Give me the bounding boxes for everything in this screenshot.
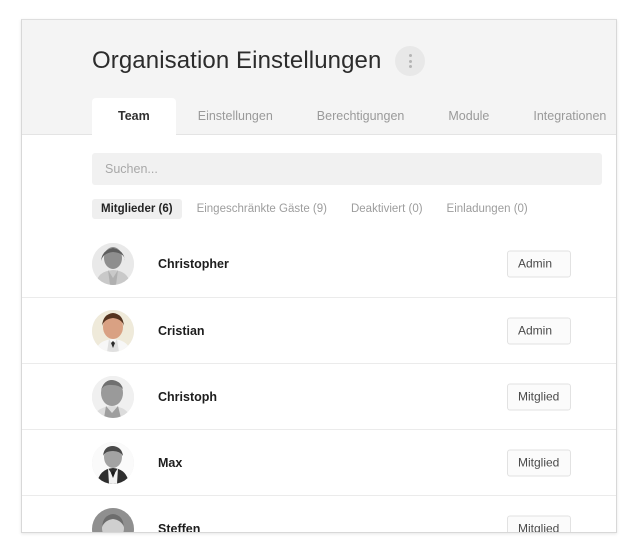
filter-mitglieder[interactable]: Mitglieder (6): [92, 199, 182, 219]
member-name: Christopher: [158, 257, 229, 271]
title-row: Organisation Einstellungen: [22, 20, 616, 76]
table-row[interactable]: Steffen Mitglied: [22, 495, 616, 533]
role-button[interactable]: Admin: [507, 250, 571, 278]
avatar: [92, 243, 134, 285]
member-name: Steffen: [158, 521, 201, 533]
filter-eingeschraenkte-gaeste[interactable]: Eingeschränkte Gäste (9): [188, 199, 336, 219]
role-button[interactable]: Mitglied: [507, 383, 571, 410]
search-input[interactable]: [92, 153, 602, 185]
filter-tabs: Mitglieder (6) Eingeschränkte Gäste (9) …: [22, 185, 616, 219]
filter-einladungen[interactable]: Einladungen (0): [438, 199, 537, 219]
filter-deaktiviert[interactable]: Deaktiviert (0): [342, 199, 432, 219]
app-root: Organisation Einstellungen Team Einstell…: [0, 0, 636, 550]
tab-team[interactable]: Team: [92, 98, 176, 135]
tab-bar: Team Einstellungen Berechtigungen Module…: [92, 98, 616, 135]
member-name: Max: [158, 455, 183, 470]
avatar: [92, 375, 134, 418]
avatar: [92, 507, 134, 532]
tab-einstellungen[interactable]: Einstellungen: [176, 98, 295, 134]
table-row[interactable]: Max Mitglied: [22, 429, 616, 495]
role-button[interactable]: Admin: [507, 317, 571, 344]
panel-header: Organisation Einstellungen Team Einstell…: [22, 20, 616, 135]
member-name: Cristian: [158, 323, 205, 338]
role-button[interactable]: Mitglied: [507, 515, 571, 532]
avatar-portrait-icon: [92, 309, 134, 352]
avatar-portrait-icon: [92, 507, 134, 532]
more-options-icon[interactable]: [395, 46, 426, 76]
kebab-dot-3: [408, 65, 412, 68]
panel-body: Mitglieder (6) Eingeschränkte Gäste (9) …: [22, 135, 616, 533]
tab-integrationen[interactable]: Integrationen: [511, 98, 616, 134]
tab-berechtigungen[interactable]: Berechtigungen: [295, 98, 427, 134]
table-row[interactable]: Christopher Admin: [22, 231, 616, 297]
member-list: Christopher Admin Cristian Admin Christo…: [22, 231, 616, 533]
organisation-settings-panel: Organisation Einstellungen Team Einstell…: [21, 19, 617, 533]
kebab-dot-1: [408, 54, 412, 57]
page-title: Organisation Einstellungen: [92, 47, 382, 74]
avatar-portrait-icon: [92, 441, 134, 484]
avatar: [92, 309, 134, 352]
kebab-dot-2: [408, 59, 412, 63]
table-row[interactable]: Christoph Mitglied: [22, 363, 616, 429]
avatar-portrait-icon: [92, 375, 134, 418]
member-name: Christoph: [158, 389, 218, 404]
role-button[interactable]: Mitglied: [507, 449, 571, 476]
avatar: [92, 441, 134, 484]
avatar-portrait-icon: [92, 243, 134, 285]
search-area: [22, 135, 616, 185]
tab-module[interactable]: Module: [426, 98, 511, 134]
table-row[interactable]: Cristian Admin: [22, 297, 616, 363]
